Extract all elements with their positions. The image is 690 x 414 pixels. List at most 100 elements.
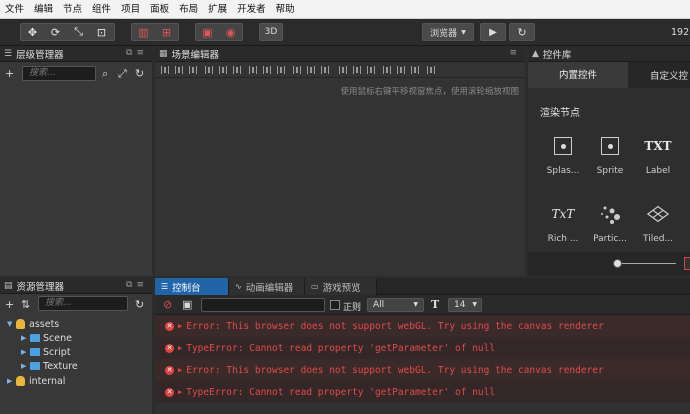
main-toolbar: ✥ ⟳ ⤡ ⊡ ▥ ⊞ ▣ ◉ 3D 浏览器 ▼ ▶ ↻ 192. bbox=[0, 19, 690, 46]
align-vc-icon[interactable] bbox=[383, 66, 391, 74]
lib-item-label-node[interactable]: TXT Label bbox=[638, 134, 678, 176]
preview-platform-select[interactable]: 浏览器 ▼ bbox=[422, 23, 474, 41]
toggle-3d-button[interactable]: 3D bbox=[259, 23, 283, 41]
menu-layout[interactable]: 布局 bbox=[174, 0, 203, 19]
tab-custom[interactable]: 自定义控 bbox=[628, 62, 690, 88]
log-level-select[interactable]: All ▼ bbox=[367, 298, 424, 312]
distribute-center-icon[interactable] bbox=[307, 66, 315, 74]
log-text: TypeError: Cannot read property 'getPara… bbox=[186, 342, 496, 354]
distribute-bottom-icon[interactable] bbox=[277, 66, 285, 74]
align-left-icon[interactable] bbox=[205, 66, 213, 74]
lib-item-splash[interactable]: Splas... bbox=[543, 134, 583, 176]
align-top-icon[interactable] bbox=[161, 66, 169, 74]
align-middle-icon[interactable] bbox=[175, 66, 183, 74]
menu-help[interactable]: 帮助 bbox=[271, 0, 300, 19]
console-panel: ☰ 控制台 ∿ 动画编辑器 ▭ 游戏预览 ⊘ ▣ 正则 All ▼ T 14 ▼… bbox=[155, 278, 690, 414]
menu-project[interactable]: 项目 bbox=[116, 0, 145, 19]
tree-item-internal[interactable]: ▶ internal bbox=[7, 374, 65, 388]
align-g-icon[interactable] bbox=[427, 66, 435, 74]
tree-item-texture[interactable]: ▶ Texture bbox=[21, 359, 78, 373]
font-size-select[interactable]: 14 ▼ bbox=[448, 298, 482, 312]
tab-label: 控制台 bbox=[172, 282, 201, 294]
assets-menu-icon[interactable]: ⧉≡ bbox=[126, 280, 148, 290]
folder-icon bbox=[30, 334, 40, 342]
scene-header: ▦ 场景编辑器 ≡ bbox=[155, 46, 525, 62]
search-icon[interactable]: ⌕ bbox=[102, 68, 108, 79]
menu-edit[interactable]: 编辑 bbox=[29, 0, 58, 19]
sort-icon[interactable]: ⇅ bbox=[21, 299, 30, 310]
align-h-icon[interactable] bbox=[339, 66, 347, 74]
caret-right-icon[interactable]: ▶ bbox=[178, 344, 182, 352]
play-button[interactable]: ▶ bbox=[480, 23, 506, 41]
align-f-icon[interactable] bbox=[411, 66, 419, 74]
align-e-icon[interactable] bbox=[397, 66, 405, 74]
lib-item-label: Label bbox=[645, 166, 671, 176]
snap-rect-icon[interactable]: ▣ bbox=[196, 24, 219, 40]
menu-extension[interactable]: 扩展 bbox=[203, 0, 232, 19]
tab-builtin[interactable]: 内置控件 bbox=[528, 62, 628, 88]
rotate-tool-icon[interactable]: ⟳ bbox=[44, 24, 67, 40]
refresh-button[interactable]: ↻ bbox=[509, 23, 535, 41]
log-entry[interactable]: ✕ ▶ TypeError: Cannot read property 'get… bbox=[155, 381, 690, 403]
scale-tool-icon[interactable]: ⤡ bbox=[67, 24, 90, 40]
refresh-icon[interactable]: ↻ bbox=[135, 299, 144, 310]
tree-item-assets[interactable]: ▼ assets bbox=[7, 317, 59, 331]
tab-animation[interactable]: ∿ 动画编辑器 bbox=[229, 278, 305, 295]
clear-icon[interactable]: ⊘ bbox=[163, 299, 172, 310]
menu-panel[interactable]: 面板 bbox=[145, 0, 174, 19]
snap-circle-icon[interactable]: ◉ bbox=[219, 24, 242, 40]
regex-checkbox[interactable] bbox=[330, 300, 340, 310]
caret-right-icon[interactable]: ▶ bbox=[178, 366, 182, 374]
zoom-input[interactable] bbox=[684, 257, 690, 270]
expand-icon[interactable]: ⤢ bbox=[118, 68, 127, 79]
pivot-icon[interactable]: ▥ bbox=[132, 24, 155, 40]
align-hc-icon[interactable] bbox=[367, 66, 375, 74]
caret-right-icon[interactable]: ▶ bbox=[178, 322, 182, 330]
tree-item-scene[interactable]: ▶ Scene bbox=[21, 331, 72, 345]
lib-item-tiled[interactable]: Tiled... bbox=[638, 202, 678, 244]
distribute-middle-icon[interactable] bbox=[263, 66, 271, 74]
tree-item-script[interactable]: ▶ Script bbox=[21, 345, 71, 359]
menu-component[interactable]: 组件 bbox=[87, 0, 116, 19]
hierarchy-search-input[interactable]: 搜索... bbox=[22, 66, 96, 81]
menu-developer[interactable]: 开发者 bbox=[232, 0, 271, 19]
lib-item-particle[interactable]: Partic... bbox=[590, 202, 630, 244]
distribute-right-icon[interactable] bbox=[321, 66, 329, 74]
align-right-icon[interactable] bbox=[233, 66, 241, 74]
lib-item-label: Tiled... bbox=[642, 234, 674, 244]
tab-console[interactable]: ☰ 控制台 bbox=[155, 278, 229, 295]
local-icon[interactable]: ⊞ bbox=[155, 24, 178, 40]
rect-tool-icon[interactable]: ⊡ bbox=[90, 24, 113, 40]
align-bottom-icon[interactable] bbox=[189, 66, 197, 74]
chevron-down-icon: ▼ bbox=[461, 28, 466, 36]
scene-menu-icon[interactable]: ≡ bbox=[509, 48, 521, 58]
align-v-icon[interactable] bbox=[353, 66, 361, 74]
refresh-icon[interactable]: ↻ bbox=[135, 68, 144, 79]
panel-menu-icon[interactable]: ⧉≡ bbox=[126, 48, 148, 58]
lib-item-sprite[interactable]: Sprite bbox=[590, 134, 630, 176]
hierarchy-title: 层级管理器 bbox=[16, 49, 64, 61]
menu-node[interactable]: 节点 bbox=[58, 0, 87, 19]
align-center-icon[interactable] bbox=[219, 66, 227, 74]
move-tool-icon[interactable]: ✥ bbox=[21, 24, 44, 40]
log-entry[interactable]: ✕ ▶ Error: This browser does not support… bbox=[155, 359, 690, 381]
particle-icon bbox=[598, 202, 622, 226]
menu-file[interactable]: 文件 bbox=[0, 0, 29, 19]
log-entry[interactable]: ✕ ▶ TypeError: Cannot read property 'get… bbox=[155, 337, 690, 359]
lib-item-richtext[interactable]: TxT Rich ... bbox=[543, 202, 583, 244]
log-entry[interactable]: ✕ ▶ Error: This browser does not support… bbox=[155, 315, 690, 337]
error-icon: ✕ bbox=[165, 387, 174, 397]
add-asset-icon[interactable]: + bbox=[5, 299, 14, 310]
caret-right-icon[interactable]: ▶ bbox=[178, 388, 182, 396]
preview-platform-label: 浏览器 bbox=[430, 28, 458, 39]
tab-game-preview[interactable]: ▭ 游戏预览 bbox=[305, 278, 377, 295]
add-node-icon[interactable]: + bbox=[5, 68, 14, 79]
zoom-slider-handle[interactable] bbox=[613, 259, 622, 268]
zoom-slider-track[interactable] bbox=[616, 263, 676, 264]
distribute-top-icon[interactable] bbox=[249, 66, 257, 74]
distribute-left-icon[interactable] bbox=[293, 66, 301, 74]
scene-viewport[interactable] bbox=[155, 78, 525, 276]
assets-search-input[interactable]: 搜索... bbox=[38, 296, 128, 311]
open-log-icon[interactable]: ▣ bbox=[182, 299, 192, 310]
console-filter-input[interactable] bbox=[201, 298, 325, 312]
